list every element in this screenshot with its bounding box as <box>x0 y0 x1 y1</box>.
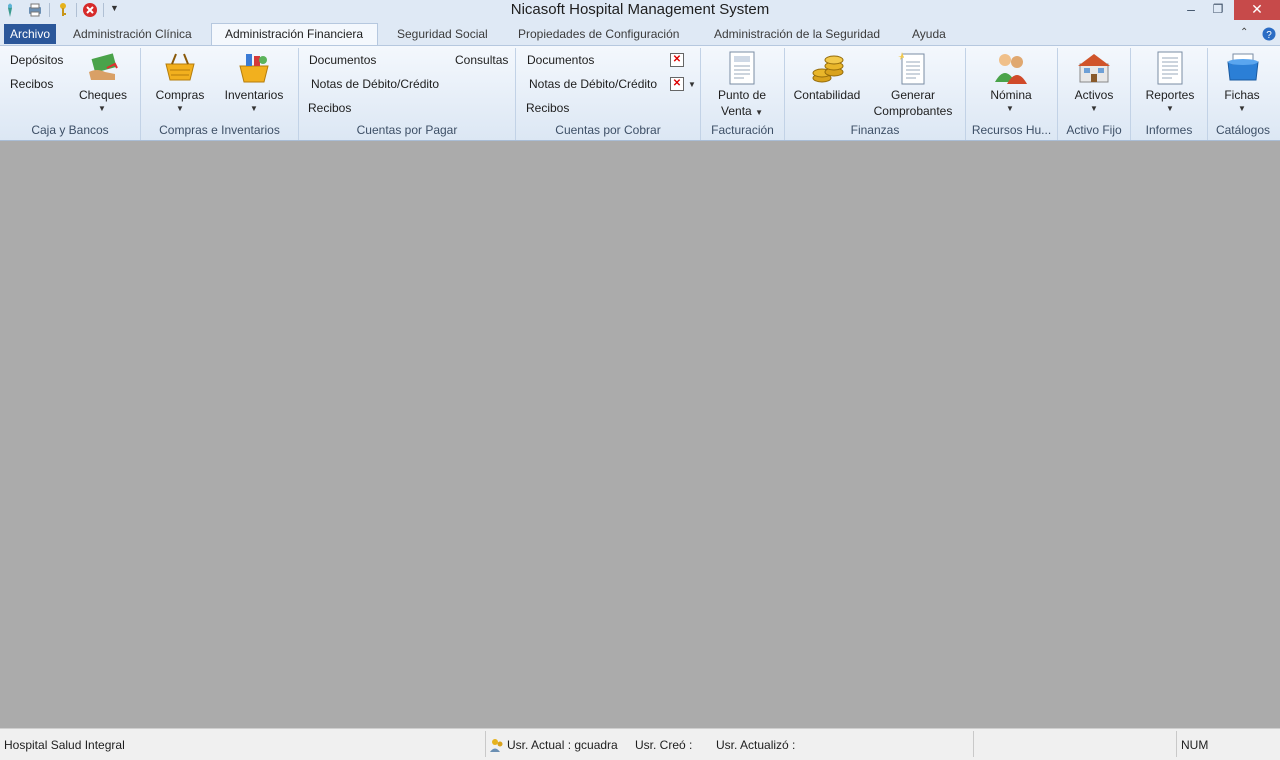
mdi-workspace[interactable] <box>0 141 1280 728</box>
status-num-lock: NUM <box>1181 738 1209 752</box>
nomina-button[interactable]: Nómina <box>980 87 1042 103</box>
cheques-button[interactable]: Cheques <box>76 87 130 103</box>
group-label-finanzas: Finanzas <box>850 123 900 137</box>
building-icon <box>1078 54 1110 83</box>
close-icon[interactable]: ✕ <box>1234 0 1280 20</box>
notas-pagar-button[interactable]: Notas de Débito/Crédito <box>311 76 439 92</box>
group-label-compras: Compras e Inventarios <box>159 123 280 137</box>
group-label-informes: Informes <box>1145 123 1193 137</box>
basket-icon <box>165 53 195 81</box>
tab-seguridad-social[interactable]: Seguridad Social <box>397 24 488 45</box>
chevron-down-icon[interactable]: ▼ <box>97 104 107 113</box>
chevron-down-icon[interactable]: ▼ <box>175 104 185 113</box>
group-label-catalogos: Catálogos <box>1215 123 1271 137</box>
status-usr-actualizo: Usr. Actualizó : <box>716 738 796 752</box>
consultas-button[interactable]: Consultas <box>455 52 508 68</box>
generate-document-icon <box>898 52 925 85</box>
tab-ayuda[interactable]: Ayuda <box>912 24 946 45</box>
card-box-icon <box>1227 53 1259 81</box>
svg-text:?: ? <box>1266 30 1272 41</box>
recibos-pagar-button[interactable]: Recibos <box>308 100 351 116</box>
status-separator <box>973 731 974 757</box>
group-label-facturacion: Facturación <box>711 123 774 137</box>
chevron-down-icon[interactable]: ▼ <box>687 80 697 89</box>
chevron-down-icon[interactable]: ▼ <box>1165 104 1175 113</box>
punto-venta-label-1: Punto de <box>717 88 767 102</box>
inventarios-button[interactable]: Inventarios <box>222 87 286 103</box>
chevron-down-icon[interactable]: ▼ <box>1237 104 1247 113</box>
compras-button[interactable]: Compras <box>150 87 210 103</box>
group-label-pagar: Cuentas por Pagar <box>356 123 458 137</box>
status-usr-actual: Usr. Actual : gcuadra <box>507 738 618 752</box>
chevron-down-icon[interactable]: ▼ <box>249 104 259 113</box>
tab-administracion-clinica[interactable]: Administración Clínica <box>73 24 192 45</box>
punto-venta-button[interactable]: Punto de Venta ▼ <box>710 87 774 121</box>
help-icon[interactable]: ? <box>1262 27 1276 41</box>
missing-image-icon: ✕ <box>670 77 684 91</box>
depositos-button[interactable]: Depósitos <box>10 52 63 68</box>
recibos-caja-button[interactable]: Recibos <box>10 76 53 92</box>
restore-icon[interactable]: ❐ <box>1207 0 1229 20</box>
generar-label-1: Generar <box>890 88 936 102</box>
status-separator <box>1176 731 1177 757</box>
group-label-cobrar: Cuentas por Cobrar <box>555 123 661 137</box>
group-label-caja: Caja y Bancos <box>31 123 109 137</box>
minimize-icon[interactable]: – <box>1180 0 1202 20</box>
window-title: Nicasoft Hospital Management System <box>510 1 770 18</box>
users-icon <box>995 54 1027 84</box>
activos-button[interactable]: Activos <box>1064 87 1124 103</box>
chevron-down-icon[interactable]: ▼ <box>755 108 763 117</box>
tab-administracion-seguridad[interactable]: Administración de la Seguridad <box>714 24 880 45</box>
tab-propiedades-configuracion[interactable]: Propiedades de Configuración <box>518 24 679 45</box>
tab-administracion-financiera[interactable]: Administración Financiera <box>225 24 363 45</box>
punto-venta-label-2-text: Venta <box>721 104 752 118</box>
contabilidad-button[interactable]: Contabilidad <box>790 87 864 103</box>
fichas-button[interactable]: Fichas <box>1212 87 1272 103</box>
chevron-down-icon[interactable]: ▼ <box>1005 104 1015 113</box>
point-of-sale-icon <box>729 51 755 85</box>
cheques-icon <box>89 53 118 80</box>
punto-venta-label-2: Venta ▼ <box>710 103 774 121</box>
user-icon <box>490 739 503 752</box>
status-usr-creo: Usr. Creó : <box>635 738 693 752</box>
tab-archivo[interactable]: Archivo <box>4 24 56 44</box>
documentos-cobrar-button[interactable]: Documentos <box>527 52 594 68</box>
status-hospital: Hospital Salud Integral <box>4 738 125 752</box>
inventory-icon <box>239 54 269 83</box>
notas-cobrar-button[interactable]: Notas de Débito/Crédito <box>529 76 657 92</box>
group-label-activo: Activo Fijo <box>1066 123 1122 137</box>
report-icon <box>1157 51 1183 85</box>
group-label-rrhh: Recursos Hu... <box>971 123 1052 137</box>
status-separator <box>485 731 486 757</box>
documentos-pagar-button[interactable]: Documentos <box>309 52 376 68</box>
recibos-cobrar-button[interactable]: Recibos <box>526 100 569 116</box>
generar-comprobantes-button[interactable]: Generar Comprobantes <box>868 87 958 119</box>
generar-label-2: Comprobantes <box>873 104 953 118</box>
collapse-ribbon-icon[interactable]: ⌃ <box>1240 27 1248 38</box>
reportes-button[interactable]: Reportes <box>1140 87 1200 103</box>
chevron-down-icon[interactable]: ▼ <box>1089 104 1099 113</box>
coins-icon <box>812 55 844 83</box>
missing-image-icon: ✕ <box>670 53 684 67</box>
